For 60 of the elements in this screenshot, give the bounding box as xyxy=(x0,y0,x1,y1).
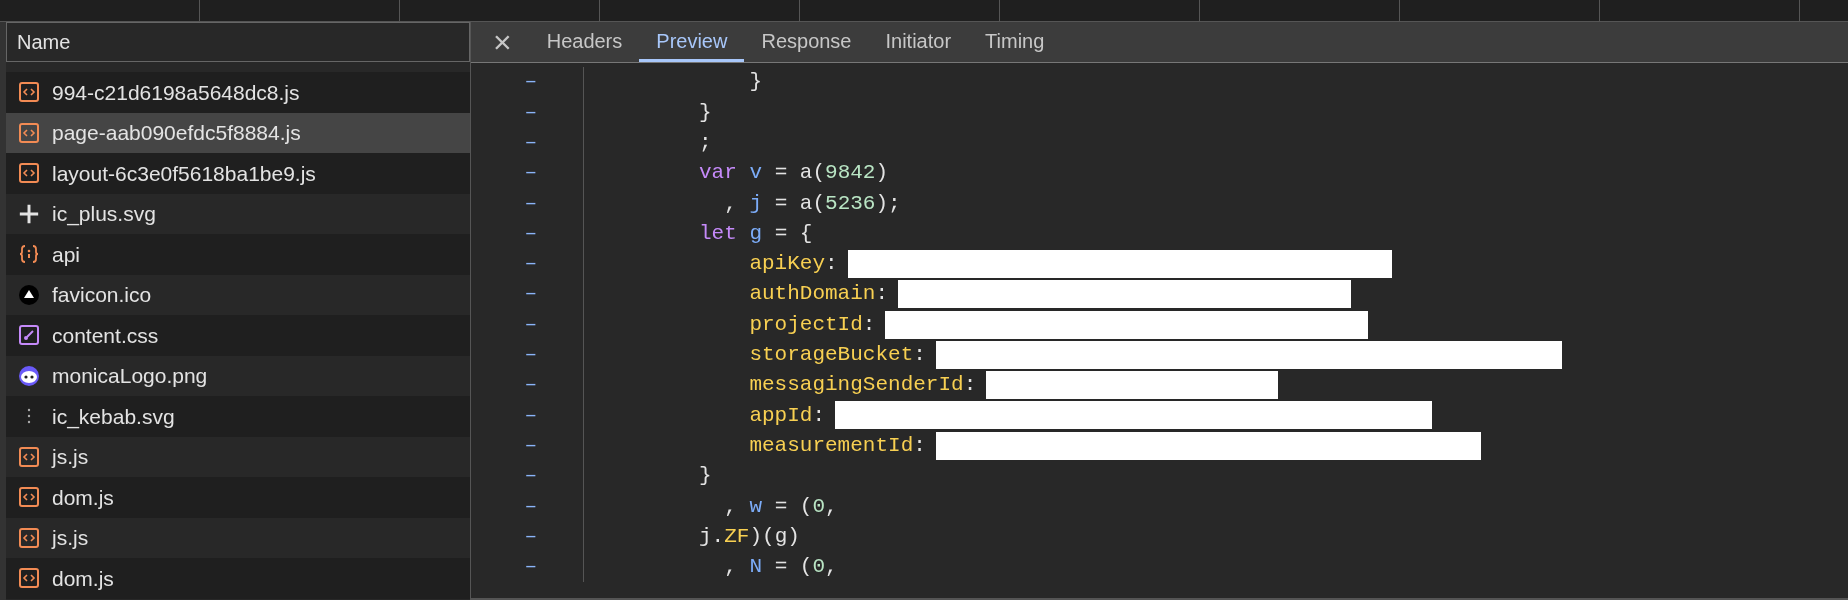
script-file-icon xyxy=(18,81,40,104)
line-marker: – xyxy=(523,99,538,126)
code-line: measurementId: xyxy=(748,432,926,459)
line-marker: – xyxy=(523,69,538,96)
code-line: j.ZF)(g) xyxy=(699,523,800,550)
script-file-icon xyxy=(18,526,40,549)
code-line: messagingSenderId: xyxy=(748,372,977,399)
code-line: ; xyxy=(699,130,712,156)
code-line: , j = a(5236); xyxy=(723,190,901,217)
line-marker: – xyxy=(523,342,538,369)
line-marker: – xyxy=(523,190,538,217)
request-row[interactable]: dom.js xyxy=(6,558,470,599)
kebab-icon xyxy=(27,408,31,425)
brush-file-icon xyxy=(18,324,40,347)
line-marker: – xyxy=(523,281,538,308)
request-row[interactable]: api xyxy=(6,234,470,275)
line-marker: – xyxy=(523,130,538,156)
tab[interactable]: Timing xyxy=(968,22,1062,62)
line-marker: – xyxy=(523,493,538,520)
plus-icon xyxy=(18,202,40,225)
tab[interactable]: Response xyxy=(744,22,869,62)
line-marker: – xyxy=(523,402,538,429)
request-row[interactable]: dom.js xyxy=(6,477,470,518)
line-marker: – xyxy=(523,523,538,550)
request-row[interactable]: content.css xyxy=(6,315,470,356)
code-line: appId: xyxy=(748,402,826,429)
tab[interactable]: Headers xyxy=(529,22,640,62)
tab[interactable]: Initiator xyxy=(868,22,969,62)
line-marker: – xyxy=(523,251,538,278)
code-line: var v = a(9842) xyxy=(699,160,889,187)
column-header[interactable]: Name xyxy=(6,22,470,62)
line-marker: – xyxy=(523,463,538,490)
code-line: , N = (0, xyxy=(723,554,838,581)
line-marker: – xyxy=(523,554,538,581)
code-line: } xyxy=(748,69,762,96)
code-line: storageBucket: xyxy=(748,342,926,369)
script-file-icon xyxy=(18,567,40,590)
script-file-icon xyxy=(18,486,40,509)
request-row[interactable]: page-aab090efdc5f8884.js xyxy=(6,112,470,153)
line-marker: – xyxy=(523,311,538,338)
script-file-icon xyxy=(18,121,40,144)
close-button[interactable]: × xyxy=(471,22,530,62)
script-file-icon xyxy=(18,445,40,468)
code-line: } xyxy=(699,99,712,126)
code-line: , w = (0, xyxy=(723,493,838,520)
code-line: } xyxy=(699,463,712,490)
request-row[interactable]: layout-6c3e0f5618ba1be9.js xyxy=(6,153,470,194)
code-line: let g = { xyxy=(699,220,813,247)
line-marker: – xyxy=(523,432,538,459)
robot-face-icon xyxy=(18,364,40,387)
code-line: projectId: xyxy=(748,311,876,338)
line-marker: – xyxy=(523,160,538,187)
line-marker: – xyxy=(523,372,538,399)
code-line: authDomain: xyxy=(748,281,889,308)
line-marker: – xyxy=(523,220,538,247)
code-line: apiKey: xyxy=(748,251,838,278)
request-row[interactable]: ic_kebab.svg xyxy=(6,396,470,437)
braces-icon xyxy=(18,243,40,266)
request-row[interactable]: 994-c21d6198a5648dc8.js xyxy=(6,72,470,113)
script-file-icon xyxy=(18,162,40,185)
